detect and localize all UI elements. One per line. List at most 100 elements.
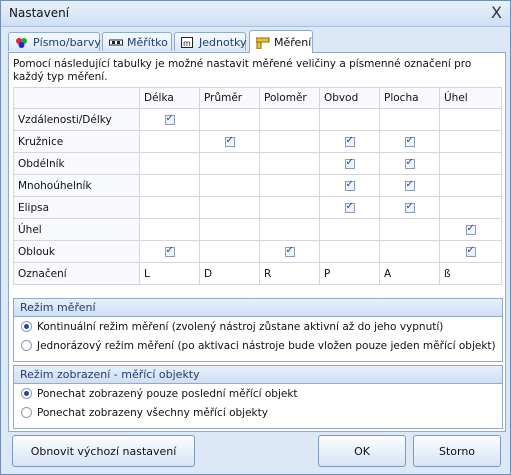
checkbox-checked[interactable]: [465, 223, 476, 235]
tab-label: Měřítko: [127, 35, 168, 49]
checkbox-checked[interactable]: [344, 179, 355, 191]
display-mode-group: Režim zobrazení - měřící objekty Ponecha…: [13, 365, 503, 429]
checkbox-checked[interactable]: [404, 179, 415, 191]
table-cell[interactable]: [259, 174, 320, 197]
table-cell[interactable]: [439, 130, 502, 153]
table-cell[interactable]: [379, 174, 440, 197]
ruler-icon: [255, 37, 270, 49]
designation-cell[interactable]: R: [259, 262, 320, 285]
table-cell[interactable]: [199, 240, 260, 263]
title-bar: Nastavení X: [1, 1, 510, 27]
designation-row: Označení L D R P Aß: [13, 262, 502, 285]
table-cell[interactable]: [139, 196, 200, 219]
designation-cell[interactable]: ß: [439, 262, 502, 285]
designation-cell[interactable]: L: [139, 262, 200, 285]
table-cell[interactable]: [439, 108, 502, 131]
table-cell[interactable]: [139, 174, 200, 197]
radio-button[interactable]: [21, 340, 32, 351]
radio-label: Jednorázový režim měření (po aktivaci ná…: [37, 339, 496, 352]
display-mode-title: Režim zobrazení - měřící objekty: [14, 366, 502, 384]
column-header: Plocha: [379, 87, 440, 109]
table-cell[interactable]: [439, 174, 502, 197]
tab-scale[interactable]: Měřítko: [102, 32, 172, 51]
checkbox-checked[interactable]: [284, 245, 295, 257]
tab-units[interactable]: m Jednotky: [174, 32, 247, 51]
table-cell[interactable]: [319, 174, 380, 197]
radio-label: Ponechat zobrazeny všechny měřící objekt…: [37, 406, 268, 419]
table-cell[interactable]: [319, 130, 380, 153]
table-cell[interactable]: [199, 130, 260, 153]
row-label: Obdélník: [13, 152, 140, 175]
tab-label: Měření: [274, 35, 312, 49]
table-cell[interactable]: [379, 240, 440, 263]
measurement-table: Délka Průměr Poloměr Obvod Plocha Úhel Vzdálen…: [13, 87, 502, 285]
table-cell[interactable]: [259, 130, 320, 153]
table-cell[interactable]: [259, 108, 320, 131]
table-cell[interactable]: [259, 218, 320, 241]
close-icon[interactable]: X: [491, 3, 502, 22]
checkbox-checked[interactable]: [344, 201, 355, 213]
color-dots-icon: [15, 37, 29, 48]
table-cell[interactable]: [319, 240, 380, 263]
table-cell[interactable]: [259, 196, 320, 219]
table-cell[interactable]: [199, 174, 260, 197]
tab-font-colors[interactable]: Písmo/barvy: [8, 32, 101, 51]
table-cell[interactable]: [319, 218, 380, 241]
checkbox-checked[interactable]: [164, 113, 175, 125]
ok-button[interactable]: OK: [318, 435, 406, 467]
checkbox-checked[interactable]: [224, 135, 235, 147]
table-cell[interactable]: [439, 152, 502, 175]
tab-measurement[interactable]: Měření: [249, 30, 313, 53]
table-cell[interactable]: [379, 130, 440, 153]
checkbox-checked[interactable]: [404, 135, 415, 147]
table-cell[interactable]: [139, 152, 200, 175]
table-cell[interactable]: [439, 218, 502, 241]
table-row: Obdélník: [13, 152, 502, 175]
radio-label: Ponechat zobrazený pouze poslední měřící…: [37, 387, 298, 400]
table-cell[interactable]: [319, 152, 380, 175]
table-cell[interactable]: [319, 196, 380, 219]
radio-button[interactable]: [21, 388, 32, 399]
row-label: Mnohoúhelník: [13, 174, 140, 197]
table-cell[interactable]: [319, 108, 380, 131]
row-label: Oblouk: [13, 240, 140, 263]
checkbox-checked[interactable]: [465, 245, 476, 257]
table-cell[interactable]: [199, 152, 260, 175]
designation-cell[interactable]: P: [319, 262, 380, 285]
radio-continuous-mode[interactable]: Kontinuální režim měření (zvolený nástro…: [14, 317, 502, 336]
table-cell[interactable]: [199, 108, 260, 131]
column-header: Obvod: [319, 87, 380, 109]
table-cell[interactable]: [199, 218, 260, 241]
radio-button[interactable]: [21, 321, 32, 332]
designation-cell[interactable]: A: [379, 262, 440, 285]
table-cell[interactable]: [259, 240, 320, 263]
table-cell[interactable]: [199, 196, 260, 219]
row-label: Elipsa: [13, 196, 140, 219]
checkbox-checked[interactable]: [344, 135, 355, 147]
table-cell[interactable]: [379, 218, 440, 241]
radio-single-mode[interactable]: Jednorázový režim měření (po aktivaci ná…: [14, 336, 502, 355]
radio-keep-last[interactable]: Ponechat zobrazený pouze poslední měřící…: [14, 384, 502, 403]
header-corner: [13, 87, 140, 109]
radio-keep-all[interactable]: Ponechat zobrazeny všechny měřící objekt…: [14, 403, 502, 422]
row-label: Kružnice: [13, 130, 140, 153]
table-cell[interactable]: [139, 108, 200, 131]
checkbox-checked[interactable]: [344, 157, 355, 169]
reset-defaults-button[interactable]: Obnovit výchozí nastavení: [12, 435, 195, 467]
table-cell[interactable]: [439, 196, 502, 219]
table-cell[interactable]: [259, 152, 320, 175]
radio-button[interactable]: [21, 407, 32, 418]
table-cell[interactable]: [139, 218, 200, 241]
checkbox-checked[interactable]: [404, 157, 415, 169]
table-cell[interactable]: [139, 130, 200, 153]
table-cell[interactable]: [439, 240, 502, 263]
cancel-button[interactable]: Storno: [413, 435, 501, 467]
table-cell[interactable]: [379, 108, 440, 131]
designation-cell[interactable]: D: [199, 262, 260, 285]
checkbox-checked[interactable]: [404, 201, 415, 213]
radio-label: Kontinuální režim měření (zvolený nástro…: [37, 320, 444, 333]
table-cell[interactable]: [379, 152, 440, 175]
table-cell[interactable]: [139, 240, 200, 263]
table-cell[interactable]: [379, 196, 440, 219]
checkbox-checked[interactable]: [164, 245, 175, 257]
